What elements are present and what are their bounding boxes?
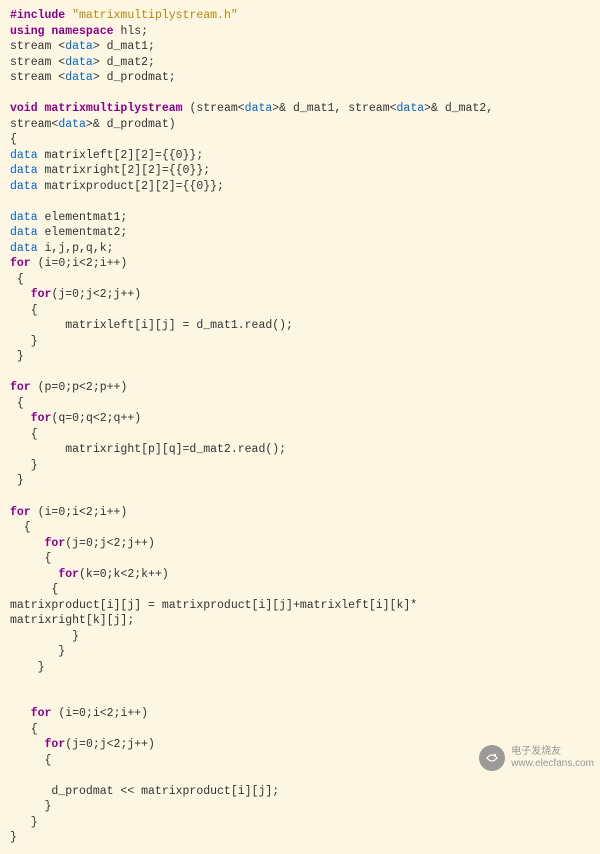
indent xyxy=(10,537,45,550)
include-keyword: #include xyxy=(10,9,65,22)
mul-line2: matrixright[k][j]; xyxy=(10,614,134,627)
for-keyword: for xyxy=(31,288,52,301)
watermark-line1: 电子发烧友 xyxy=(511,746,594,758)
brace: { xyxy=(10,428,38,441)
decl-ijk: i,j,p,q,k; xyxy=(38,242,114,255)
data-type: data xyxy=(65,40,93,53)
brace: { xyxy=(10,133,17,146)
data-type: data xyxy=(10,226,38,239)
brace: { xyxy=(10,583,58,596)
decl-mleft: matrixleft[2][2]={{0}}; xyxy=(38,149,204,162)
for-keyword: for xyxy=(10,257,31,270)
decl-em1: elementmat1; xyxy=(38,211,128,224)
for-j: (j=0;j<2;j++) xyxy=(65,537,155,550)
data-type: data xyxy=(10,242,38,255)
brace: { xyxy=(10,521,31,534)
for-k: (k=0;k<2;k++) xyxy=(79,568,169,581)
watermark-logo-icon xyxy=(479,745,505,771)
for-j: (j=0;j<2;j++) xyxy=(51,288,141,301)
brace: } xyxy=(10,831,17,844)
stream-decl-2b: > d_mat2; xyxy=(93,56,155,69)
using-keyword: using namespace xyxy=(10,25,114,38)
brace: { xyxy=(10,754,51,767)
data-type: data xyxy=(10,180,38,193)
logo-svg-icon xyxy=(484,750,500,766)
data-type: data xyxy=(65,56,93,69)
fn-params-3: >& d_mat2, xyxy=(424,102,493,115)
brace: } xyxy=(10,800,51,813)
using-ns: hls; xyxy=(120,25,148,38)
indent xyxy=(10,412,31,425)
fn-params-1: (stream< xyxy=(183,102,245,115)
brace: } xyxy=(10,459,38,472)
brace: { xyxy=(10,397,24,410)
for-j: (j=0;j<2;j++) xyxy=(65,738,155,751)
for-keyword: for xyxy=(31,707,52,720)
for-i: (i=0;i<2;i++) xyxy=(51,707,148,720)
brace: } xyxy=(10,645,65,658)
for-i: (i=0;i<2;i++) xyxy=(31,506,128,519)
data-type: data xyxy=(58,118,86,131)
decl-mprod: matrixproduct[2][2]={{0}}; xyxy=(38,180,224,193)
data-type: data xyxy=(397,102,425,115)
for-p: (p=0;p<2;p++) xyxy=(31,381,128,394)
brace: } xyxy=(10,474,24,487)
indent xyxy=(10,568,58,581)
for-keyword: for xyxy=(10,381,31,394)
fn-params-4a: stream< xyxy=(10,118,58,131)
watermark: 电子发烧友 www.elecfans.com xyxy=(479,745,594,771)
data-type: data xyxy=(10,149,38,162)
indent xyxy=(10,288,31,301)
brace: } xyxy=(10,816,38,829)
for-keyword: for xyxy=(31,412,52,425)
brace: } xyxy=(10,350,24,363)
for-i: (i=0;i<2;i++) xyxy=(31,257,128,270)
data-type: data xyxy=(10,211,38,224)
decl-mright: matrixright[2][2]={{0}}; xyxy=(38,164,211,177)
for-keyword: for xyxy=(45,738,66,751)
brace: { xyxy=(10,273,24,286)
stream-decl-1a: stream < xyxy=(10,40,65,53)
for-keyword: for xyxy=(58,568,79,581)
brace: } xyxy=(10,335,38,348)
stream-decl-1b: > d_mat1; xyxy=(93,40,155,53)
data-type: data xyxy=(10,164,38,177)
fn-params-2: >& d_mat1, stream< xyxy=(272,102,396,115)
for-keyword: for xyxy=(45,537,66,550)
data-type: data xyxy=(245,102,273,115)
write-line: d_prodmat << matrixproduct[i][j]; xyxy=(10,785,279,798)
read-left: matrixleft[i][j] = d_mat1.read(); xyxy=(10,319,293,332)
brace: } xyxy=(10,661,45,674)
brace: { xyxy=(10,552,51,565)
brace: } xyxy=(10,630,79,643)
stream-decl-3b: > d_prodmat; xyxy=(93,71,176,84)
stream-decl-2a: stream < xyxy=(10,56,65,69)
brace: { xyxy=(10,304,38,317)
indent xyxy=(10,738,45,751)
watermark-line2: www.elecfans.com xyxy=(511,758,594,770)
include-file: "matrixmultiplystream.h" xyxy=(72,9,238,22)
for-keyword: for xyxy=(10,506,31,519)
for-q: (q=0;q<2;q++) xyxy=(51,412,141,425)
function-name: matrixmultiplystream xyxy=(45,102,183,115)
read-right: matrixright[p][q]=d_mat2.read(); xyxy=(10,443,286,456)
fn-params-4b: >& d_prodmat) xyxy=(86,118,176,131)
mul-line1: matrixproduct[i][j] = matrixproduct[i][j… xyxy=(10,599,417,612)
void-keyword: void xyxy=(10,102,38,115)
indent xyxy=(10,707,31,720)
stream-decl-3a: stream < xyxy=(10,71,65,84)
data-type: data xyxy=(65,71,93,84)
code-block: #include "matrixmultiplystream.h" using … xyxy=(0,0,600,854)
decl-em2: elementmat2; xyxy=(38,226,128,239)
brace: { xyxy=(10,723,38,736)
watermark-text: 电子发烧友 www.elecfans.com xyxy=(511,746,594,770)
